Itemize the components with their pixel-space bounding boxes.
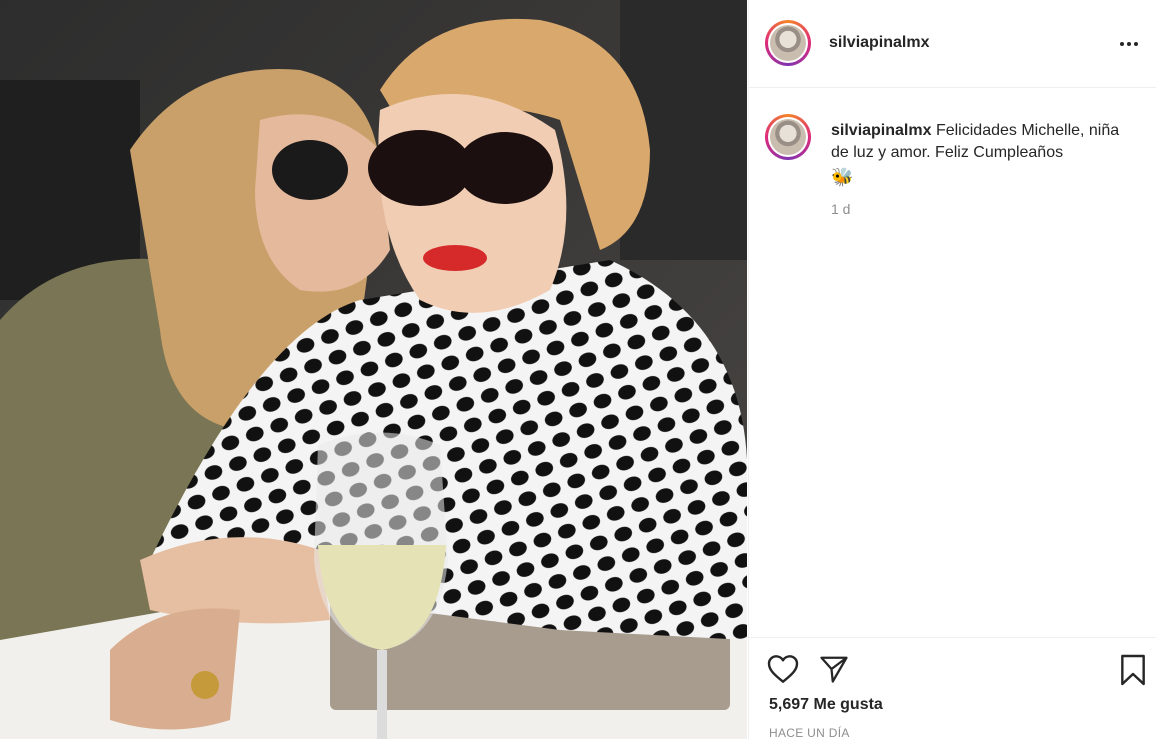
like-count[interactable]: 5,697 Me gusta bbox=[769, 696, 883, 714]
bookmark-icon[interactable] bbox=[1119, 654, 1147, 686]
post-caption: silviapinalmx Felicidades Michelle, niña… bbox=[831, 120, 1131, 190]
post-actions: 5,697 Me gusta HACE UN DÍA bbox=[749, 637, 1156, 740]
heart-icon[interactable] bbox=[767, 654, 799, 684]
post-timestamp: HACE UN DÍA bbox=[769, 726, 850, 740]
caption-avatar[interactable] bbox=[765, 114, 811, 160]
post-photo[interactable] bbox=[0, 0, 747, 739]
post-header: silviapinalmx bbox=[749, 0, 1156, 88]
bee-emoji-icon: 🐝 bbox=[831, 167, 854, 187]
caption-username[interactable]: silviapinalmx bbox=[831, 122, 932, 139]
author-username[interactable]: silviapinalmx bbox=[829, 34, 930, 52]
more-options-icon[interactable] bbox=[1117, 34, 1141, 54]
comment-time[interactable]: 1 d bbox=[831, 201, 850, 217]
paper-plane-icon[interactable] bbox=[819, 654, 849, 684]
author-avatar[interactable] bbox=[765, 20, 811, 66]
post-image bbox=[0, 0, 747, 739]
post-sidebar: silviapinalmx silviapinalmx Felicidades … bbox=[748, 0, 1156, 740]
